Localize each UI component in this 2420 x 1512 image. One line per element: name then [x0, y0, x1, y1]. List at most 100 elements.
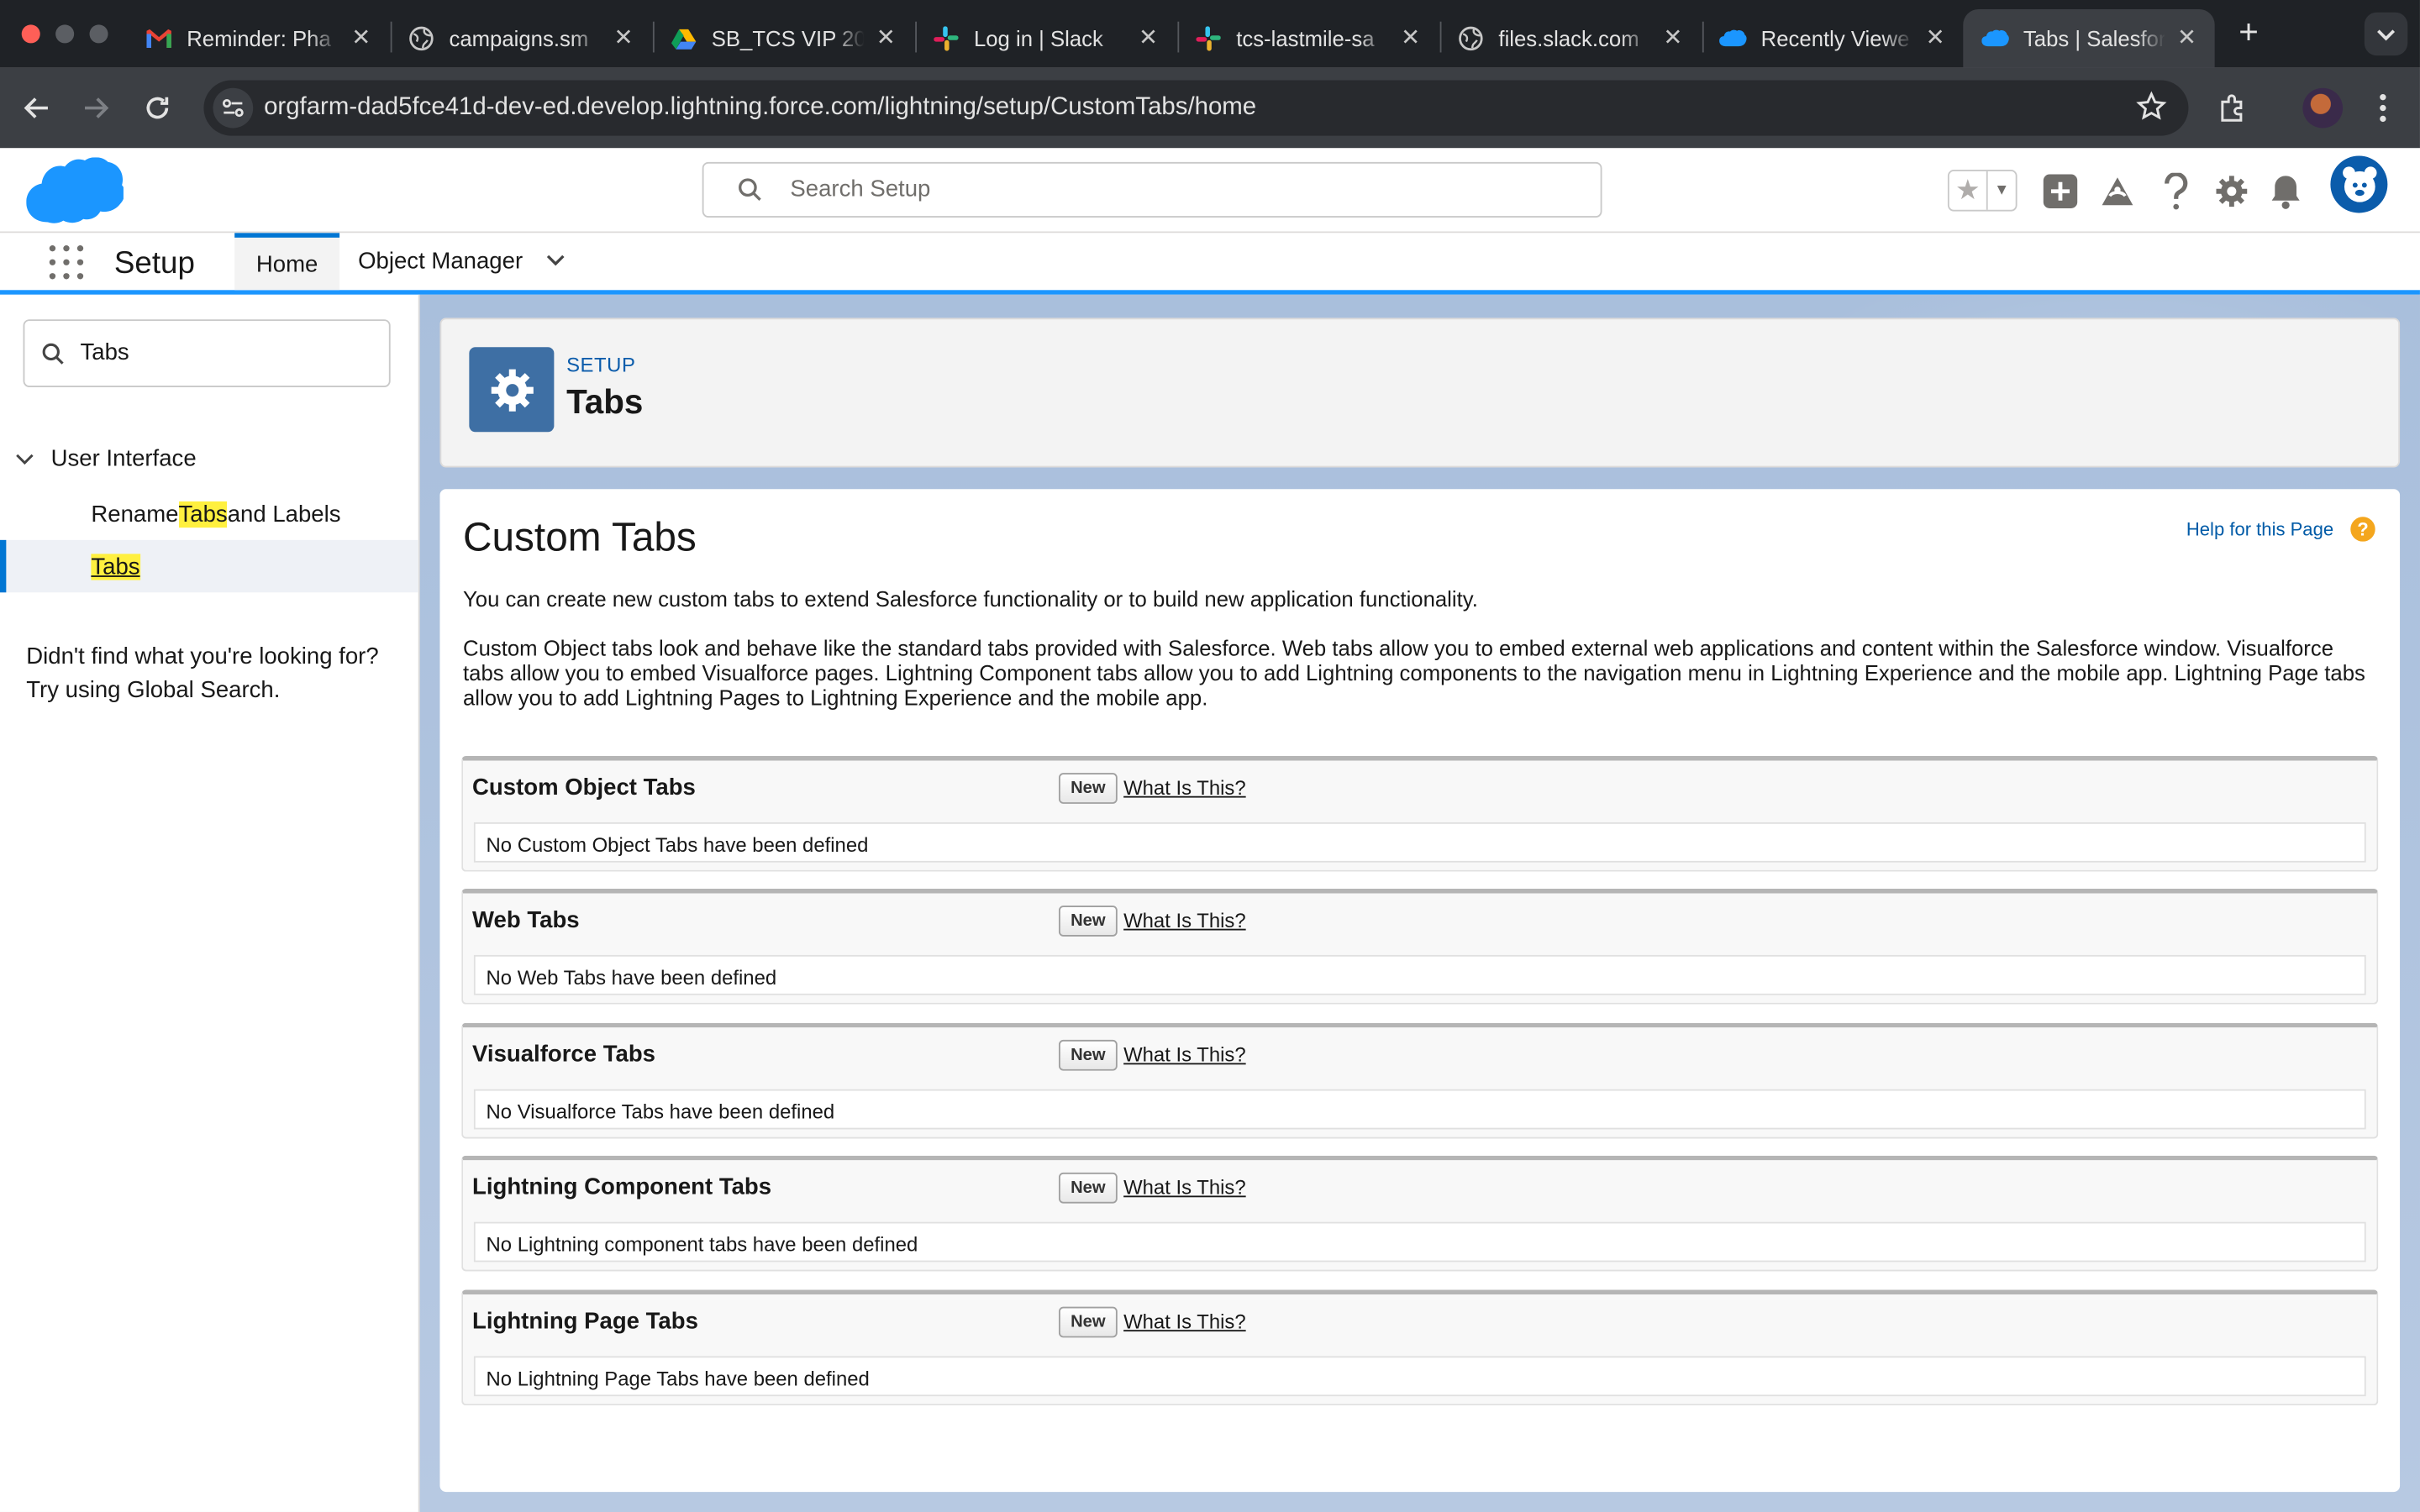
- tree-group-user-interface[interactable]: User Interface: [15, 445, 197, 473]
- new-web-tab-button[interactable]: New: [1058, 906, 1118, 937]
- salesforce-logo[interactable]: [26, 157, 125, 233]
- empty-state-text: No Lightning Page Tabs have been defined: [473, 1356, 2366, 1397]
- description-text: Custom Object tabs look and behave like …: [463, 635, 2365, 710]
- bookmark-star-icon[interactable]: [2136, 91, 2167, 129]
- tree-item-tabs[interactable]: Tabs: [0, 539, 418, 593]
- favorites-star-icon[interactable]: ★: [1949, 171, 1986, 210]
- tab-title: campaigns.sm: [449, 26, 589, 51]
- close-icon[interactable]: ✕: [1923, 25, 1948, 50]
- browser-tab[interactable]: Log in | Slack ✕: [913, 9, 1176, 68]
- section-title: Visualforce Tabs: [472, 1041, 655, 1068]
- setup-search-box[interactable]: [702, 161, 1602, 218]
- tab-home[interactable]: Home: [234, 233, 340, 291]
- help-icon[interactable]: [2154, 170, 2197, 213]
- drive-icon: [670, 24, 697, 52]
- chevron-down-icon[interactable]: [544, 249, 566, 275]
- what-is-this-link[interactable]: What Is This?: [1123, 1176, 1246, 1200]
- globe-icon: [1457, 24, 1485, 52]
- tab-label: Object Manager: [358, 248, 523, 275]
- site-info-icon[interactable]: [213, 87, 254, 129]
- close-icon[interactable]: ✕: [1398, 25, 1423, 50]
- global-actions-icon[interactable]: [2039, 170, 2081, 213]
- notifications-bell-icon[interactable]: [2264, 170, 2307, 213]
- browser-tab-strip: Reminder: Pha ✕ campaigns.sm ✕ SB_TCS VI…: [0, 0, 2420, 68]
- browser-tab[interactable]: Recently Viewe ✕: [1701, 9, 1963, 68]
- section-custom-object-tabs: Custom Object Tabs New What Is This? No …: [461, 755, 2379, 872]
- browser-menu-icon[interactable]: [2361, 87, 2404, 129]
- trailhead-guidance-icon[interactable]: [2096, 170, 2139, 213]
- what-is-this-link[interactable]: What Is This?: [1123, 1310, 1246, 1333]
- quick-find-box[interactable]: [23, 319, 391, 388]
- help-question-icon: ?: [2350, 517, 2375, 542]
- browser-tab[interactable]: tcs-lastmile-sa ✕: [1176, 9, 1439, 68]
- tree-group-label: User Interface: [50, 445, 197, 473]
- page-header-card: SETUP Tabs: [439, 318, 2401, 468]
- new-visualforce-tab-button[interactable]: New: [1058, 1039, 1118, 1071]
- empty-state-text: No Web Tabs have been defined: [473, 954, 2366, 995]
- minimize-window-button[interactable]: [55, 24, 75, 44]
- tab-label: Home: [255, 250, 318, 277]
- empty-state-text: No Custom Object Tabs have been defined: [473, 822, 2366, 863]
- close-icon[interactable]: ✕: [611, 25, 635, 50]
- browser-tab-active[interactable]: Tabs | Salesfor ✕: [1963, 9, 2215, 68]
- close-window-button[interactable]: [21, 24, 40, 44]
- setup-gear-icon: [469, 347, 555, 433]
- profile-avatar[interactable]: [2302, 87, 2344, 129]
- tab-title: Tabs | Salesfor: [2023, 26, 2165, 51]
- not-found-hint: Didn't find what you're looking for? Try…: [26, 640, 397, 708]
- maximize-window-button[interactable]: [89, 24, 108, 44]
- what-is-this-link[interactable]: What Is This?: [1123, 909, 1246, 932]
- help-for-this-page-link[interactable]: Help for this Page ?: [2186, 517, 2375, 542]
- section-title: Lightning Component Tabs: [472, 1173, 772, 1200]
- browser-tab[interactable]: Reminder: Pha ✕: [127, 9, 389, 68]
- tab-title: files.slack.com: [1498, 26, 1639, 51]
- close-icon[interactable]: ✕: [2175, 25, 2199, 50]
- search-icon: [738, 177, 762, 210]
- back-button[interactable]: [15, 87, 58, 129]
- content-title: Custom Tabs: [463, 513, 697, 560]
- extensions-icon[interactable]: [2210, 87, 2253, 129]
- search-match-highlight: Tabs: [91, 553, 140, 580]
- setup-tree-panel: User Interface Rename Tabs and Labels Ta…: [0, 294, 420, 1512]
- reload-button[interactable]: [136, 87, 179, 129]
- browser-tab[interactable]: SB_TCS VIP 20 ✕: [651, 9, 913, 68]
- help-link-label: Help for this Page: [2186, 518, 2334, 540]
- favorites-dropdown-icon[interactable]: ▼: [1986, 171, 2016, 210]
- section-title: Lightning Page Tabs: [472, 1308, 698, 1335]
- new-tab-button[interactable]: +: [2232, 14, 2265, 49]
- close-icon[interactable]: ✕: [1660, 25, 1685, 50]
- intro-text: You can create new custom tabs to extend…: [463, 585, 1478, 612]
- favorites-button-group: ★ ▼: [1947, 170, 2018, 212]
- close-icon[interactable]: ✕: [1136, 25, 1160, 50]
- gear-icon[interactable]: [2210, 170, 2253, 213]
- app-launcher-icon[interactable]: [49, 245, 84, 280]
- salesforce-icon: [1719, 24, 1747, 52]
- search-icon: [42, 343, 66, 374]
- new-custom-object-tab-button[interactable]: New: [1058, 773, 1118, 804]
- forward-button[interactable]: [74, 87, 117, 129]
- browser-tab[interactable]: files.slack.com ✕: [1439, 9, 1701, 68]
- setup-search-input[interactable]: [790, 176, 1562, 202]
- tab-search-button[interactable]: [2364, 12, 2408, 56]
- browser-toolbar: orgfarm-dad5fce41d-dev-ed.develop.lightn…: [0, 67, 2420, 149]
- globe-icon: [408, 24, 435, 52]
- new-lightning-component-tab-button[interactable]: New: [1058, 1172, 1118, 1204]
- what-is-this-link[interactable]: What Is This?: [1123, 1043, 1246, 1067]
- search-match-highlight: Tabs: [178, 501, 228, 528]
- browser-tab[interactable]: campaigns.sm ✕: [389, 9, 651, 68]
- quick-find-input[interactable]: [80, 339, 374, 366]
- arrow-right-icon: [85, 97, 109, 118]
- app-navigation-bar: Setup Home Object Manager: [0, 233, 2420, 295]
- what-is-this-link[interactable]: What Is This?: [1123, 776, 1246, 800]
- tab-object-manager[interactable]: Object Manager: [336, 233, 587, 290]
- tree-item-rename-tabs-and-labels[interactable]: Rename Tabs and Labels: [0, 487, 418, 539]
- section-visualforce-tabs: Visualforce Tabs New What Is This? No Vi…: [461, 1022, 2379, 1139]
- close-icon[interactable]: ✕: [349, 25, 373, 50]
- arrow-left-icon: [24, 97, 48, 118]
- new-lightning-page-tab-button[interactable]: New: [1058, 1306, 1118, 1338]
- tab-title: Recently Viewe: [1760, 26, 1910, 51]
- user-avatar[interactable]: [2330, 155, 2388, 213]
- close-icon[interactable]: ✕: [874, 25, 898, 50]
- address-bar[interactable]: orgfarm-dad5fce41d-dev-ed.develop.lightn…: [203, 80, 2189, 136]
- tree-item-label-suffix: and Labels: [227, 501, 341, 528]
